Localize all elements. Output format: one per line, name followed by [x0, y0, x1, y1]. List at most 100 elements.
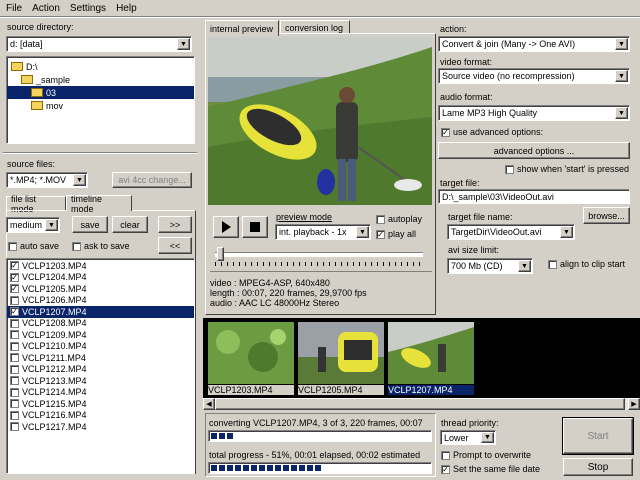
chevron-down-icon[interactable]: ▼ [615, 70, 628, 82]
chevron-down-icon[interactable]: ▼ [73, 174, 86, 186]
stop-button[interactable] [242, 216, 268, 238]
chevron-down-icon[interactable]: ▼ [45, 219, 58, 231]
file-checkbox[interactable] [10, 341, 19, 351]
play-all-checkbox[interactable]: ✓ [376, 229, 385, 239]
menu-file[interactable]: File [6, 3, 22, 14]
show-when-start-checkbox[interactable] [505, 164, 514, 174]
file-checkbox[interactable] [10, 364, 19, 374]
avi-size-select[interactable]: 700 Mb (CD) ▼ [447, 258, 533, 274]
tree-item[interactable]: mov [7, 99, 194, 112]
align-to-clip-option[interactable]: align to clip start [548, 259, 625, 269]
file-list-item[interactable]: ✓ VCLP1205.MP4 [7, 283, 194, 295]
file-list-item[interactable]: ✓ VCLP1203.MP4 [7, 260, 194, 272]
thumbnail-strip[interactable]: VCLP1203.MP4 VCLP1205.MP4 VCLP1207.MP4 [203, 318, 640, 398]
file-checkbox[interactable] [10, 422, 19, 432]
tab-internal-preview[interactable]: internal preview [205, 20, 279, 36]
clear-button[interactable]: clear [112, 216, 148, 233]
drive-select[interactable]: d: [data] ▼ [6, 36, 192, 52]
prompt-overwrite-checkbox[interactable] [441, 450, 450, 460]
file-list-item[interactable]: VCLP1206.MP4 [7, 295, 194, 307]
ask-to-save-checkbox[interactable] [72, 241, 81, 251]
file-checkbox[interactable] [10, 387, 19, 397]
file-list-item[interactable]: VCLP1217.MP4 [7, 421, 194, 433]
align-to-clip-checkbox[interactable] [548, 259, 557, 269]
file-checkbox[interactable]: ✓ [10, 284, 19, 294]
tree-item[interactable]: D:\ [7, 60, 194, 73]
play-button[interactable] [213, 216, 239, 238]
save-button[interactable]: save [72, 216, 108, 233]
audio-format-select[interactable]: Lame MP3 High Quality ▼ [438, 105, 630, 121]
show-when-start-option[interactable]: show when 'start' is pressed [505, 164, 629, 174]
file-checkbox[interactable] [10, 353, 19, 363]
file-list-item[interactable]: ✓ VCLP1207.MP4 [7, 306, 194, 318]
file-list-item[interactable]: VCLP1209.MP4 [7, 329, 194, 341]
file-checkbox[interactable]: ✓ [10, 261, 19, 271]
video-format-select[interactable]: Source video (no recompression) ▼ [438, 68, 630, 84]
action-select[interactable]: Convert & join (Many -> One AVI) ▼ [438, 36, 630, 52]
scroll-right-button[interactable]: ▶ [628, 398, 640, 410]
tab-conversion-log[interactable]: conversion log [280, 20, 350, 34]
file-list-item[interactable]: VCLP1214.MP4 [7, 387, 194, 399]
preview-mode-select[interactable]: int. playback - 1x ▼ [275, 224, 371, 240]
autoplay-checkbox[interactable] [376, 214, 385, 224]
menu-action[interactable]: Action [32, 3, 60, 14]
file-list[interactable]: ✓ VCLP1203.MP4 ✓ VCLP1204.MP4 ✓ VCLP1205.MP4 V… [6, 258, 195, 474]
folder-tree[interactable]: D:\ _sample 03 mov [6, 56, 195, 144]
same-file-date-option[interactable]: ✓ Set the same file date [441, 464, 540, 474]
scroll-thumb[interactable] [215, 398, 625, 410]
prompt-overwrite-option[interactable]: Prompt to overwrite [441, 450, 531, 460]
chevron-down-icon[interactable]: ▼ [615, 107, 628, 119]
file-list-item[interactable]: VCLP1208.MP4 [7, 318, 194, 330]
thumbnail[interactable] [208, 322, 294, 384]
same-file-date-checkbox[interactable]: ✓ [441, 464, 450, 474]
back-button[interactable]: << [158, 237, 192, 254]
file-list-item[interactable]: VCLP1216.MP4 [7, 410, 194, 422]
file-checkbox[interactable]: ✓ [10, 307, 19, 317]
thumbnail[interactable] [298, 322, 384, 384]
thumbnail-selected[interactable] [388, 322, 474, 384]
quality-select[interactable]: medium ▼ [6, 217, 60, 233]
fourcc-change-button[interactable]: avi 4cc change... [112, 172, 192, 188]
advanced-options-button[interactable]: advanced options ... [438, 142, 630, 159]
target-file-input[interactable]: D:\_sample\03\VideoOut.avi [438, 189, 630, 204]
start-button[interactable]: Start [562, 417, 634, 455]
thread-priority-select[interactable]: Lower ▼ [440, 430, 496, 445]
file-filter-select[interactable]: *.MP4; *.MOV ▼ [6, 172, 88, 188]
file-list-item[interactable]: ✓ VCLP1204.MP4 [7, 272, 194, 284]
use-advanced-option[interactable]: ✓ use advanced options: [441, 127, 543, 137]
tab-file-list-mode[interactable]: file list mode [6, 194, 66, 214]
file-list-item[interactable]: VCLP1210.MP4 [7, 341, 194, 353]
file-checkbox[interactable] [10, 318, 19, 328]
browse-button[interactable]: browse... [583, 207, 630, 224]
menu-settings[interactable]: Settings [70, 3, 106, 14]
chevron-down-icon[interactable]: ▼ [481, 432, 494, 443]
file-checkbox[interactable] [10, 376, 19, 386]
chevron-down-icon[interactable]: ▼ [518, 260, 531, 272]
target-file-name-select[interactable]: TargetDir\VideoOut.avi ▼ [447, 224, 575, 240]
file-checkbox[interactable] [10, 295, 19, 305]
file-list-item[interactable]: VCLP1213.MP4 [7, 375, 194, 387]
file-list-item[interactable]: VCLP1212.MP4 [7, 364, 194, 376]
tree-item[interactable]: 03 [7, 86, 194, 99]
auto-save-checkbox[interactable] [8, 241, 17, 251]
tree-item[interactable]: _sample [7, 73, 194, 86]
file-checkbox[interactable]: ✓ [10, 272, 19, 282]
use-advanced-checkbox[interactable]: ✓ [441, 127, 450, 137]
file-checkbox[interactable] [10, 330, 19, 340]
stop-conversion-button[interactable]: Stop [563, 458, 633, 476]
chevron-down-icon[interactable]: ▼ [615, 38, 628, 50]
menu-help[interactable]: Help [116, 3, 137, 14]
seek-thumb[interactable] [217, 247, 224, 261]
seek-slider[interactable] [215, 247, 423, 267]
tab-timeline-mode[interactable]: timeline mode [66, 194, 132, 214]
ask-to-save-option[interactable]: ask to save [72, 241, 130, 251]
forward-button[interactable]: >> [158, 216, 192, 233]
file-list-item[interactable]: VCLP1215.MP4 [7, 398, 194, 410]
play-all-option[interactable]: ✓ play all [376, 229, 416, 239]
file-checkbox[interactable] [10, 410, 19, 420]
thumbnail-scrollbar[interactable]: ◀ ▶ [203, 398, 640, 410]
chevron-down-icon[interactable]: ▼ [560, 226, 573, 238]
auto-save-option[interactable]: auto save [8, 241, 59, 251]
chevron-down-icon[interactable]: ▼ [177, 38, 190, 50]
file-checkbox[interactable] [10, 399, 19, 409]
